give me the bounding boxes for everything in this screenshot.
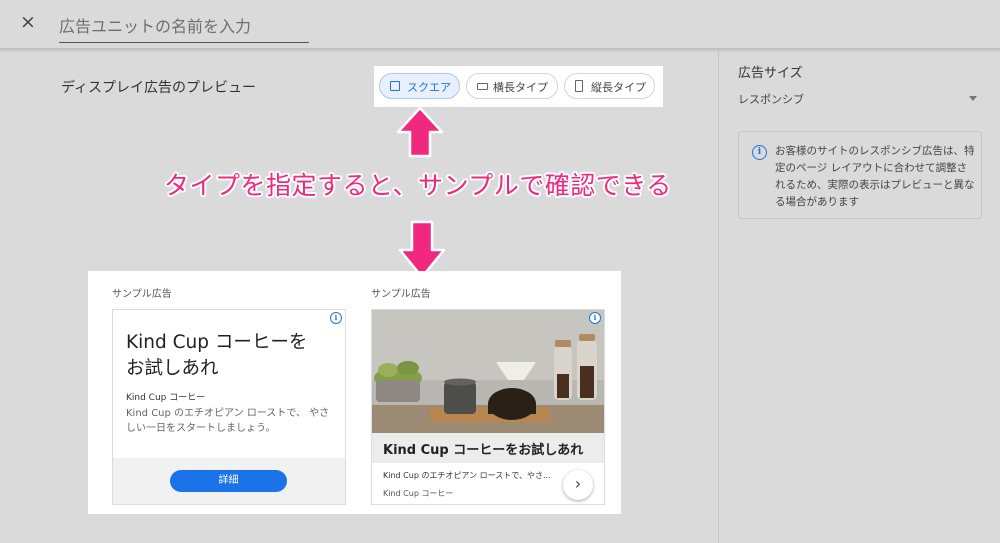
type-button-label: 縦長タイプ — [591, 81, 646, 94]
ad-preview-area: サンプル広告 サンプル広告 i Kind Cup コーヒーを お試しあれ Kin… — [88, 271, 621, 514]
square-icon — [390, 81, 400, 91]
type-button-square[interactable]: スクエア — [379, 73, 460, 99]
close-icon[interactable]: × — [14, 8, 42, 36]
ad-unit-name-input[interactable] — [59, 10, 309, 43]
type-button-portrait[interactable]: 縦長タイプ — [564, 73, 655, 99]
sample-ad-label: サンプル広告 — [112, 289, 172, 300]
ad-type-selector: スクエア 横長タイプ 縦長タイプ — [374, 66, 663, 107]
info-icon: i — [752, 145, 767, 160]
annotation-text: タイプを指定すると、サンプルで確認できる — [164, 171, 672, 200]
coffee-image — [372, 310, 604, 433]
adchoices-icon[interactable]: i — [330, 312, 342, 324]
ad-headline: Kind Cup コーヒーをお試しあれ — [383, 443, 584, 458]
ad-advertiser: Kind Cup コーヒー — [126, 393, 206, 403]
preview-title: ディスプレイ広告のプレビュー — [61, 80, 257, 96]
type-button-label: 横長タイプ — [493, 81, 548, 94]
adchoices-icon[interactable]: i — [589, 312, 601, 324]
type-button-label: スクエア — [407, 81, 451, 94]
ad-headline-band: Kind Cup コーヒーをお試しあれ — [372, 433, 604, 463]
ad-headline: Kind Cup コーヒーを お試しあれ — [126, 332, 308, 379]
top-bar: × — [0, 0, 1000, 49]
ad-footer: 詳細 — [113, 458, 345, 504]
ad-advertiser: Kind Cup コーヒー — [383, 489, 454, 498]
chevron-right-icon[interactable]: › — [563, 470, 593, 500]
sample-ad-image: i Kind Cup コーヒーをお試しあれ Kind Cup のエチオピアン ロ… — [371, 309, 605, 505]
ad-size-panel: 広告サイズ レスポンシブ i お客様のサイトのレスポンシブ広告は、特定のページ … — [718, 49, 1000, 543]
ad-size-title: 広告サイズ — [738, 66, 803, 81]
sample-ad-label: サンプル広告 — [371, 289, 431, 300]
info-box: i お客様のサイトのレスポンシブ広告は、特定のページ レイアウトに合わせて調整さ… — [738, 131, 982, 219]
sample-ad-text: i Kind Cup コーヒーを お試しあれ Kind Cup コーヒー Kin… — [112, 309, 346, 505]
dropdown-caret-icon — [969, 96, 977, 101]
ad-size-value: レスポンシブ — [738, 93, 804, 106]
type-button-landscape[interactable]: 横長タイプ — [466, 73, 558, 99]
info-text: お客様のサイトのレスポンシブ広告は、特定のページ レイアウトに合わせて調整される… — [775, 145, 975, 208]
ad-cta-button[interactable]: 詳細 — [170, 470, 287, 492]
ad-description: Kind Cup のエチオピアン ローストで、 やさしい一日をスタートしましょう… — [126, 408, 330, 434]
ad-size-select[interactable]: レスポンシブ — [738, 91, 981, 113]
ad-description: Kind Cup のエチオピアン ローストで、やさ... — [383, 471, 551, 480]
landscape-icon — [477, 83, 488, 90]
annotation-arrow-up-icon — [396, 106, 444, 158]
portrait-icon — [575, 80, 583, 92]
